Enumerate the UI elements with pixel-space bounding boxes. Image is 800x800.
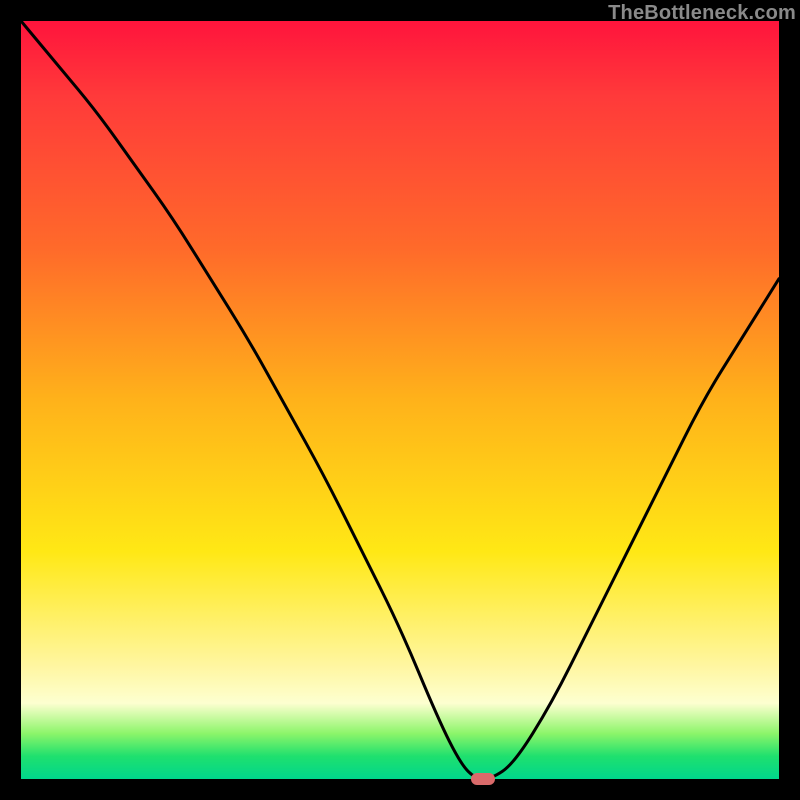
plot-area: [21, 21, 779, 779]
chart-stage: TheBottleneck.com: [0, 0, 800, 800]
curve-svg: [21, 21, 779, 779]
minimum-marker: [471, 773, 495, 785]
bottleneck-curve: [21, 21, 779, 779]
